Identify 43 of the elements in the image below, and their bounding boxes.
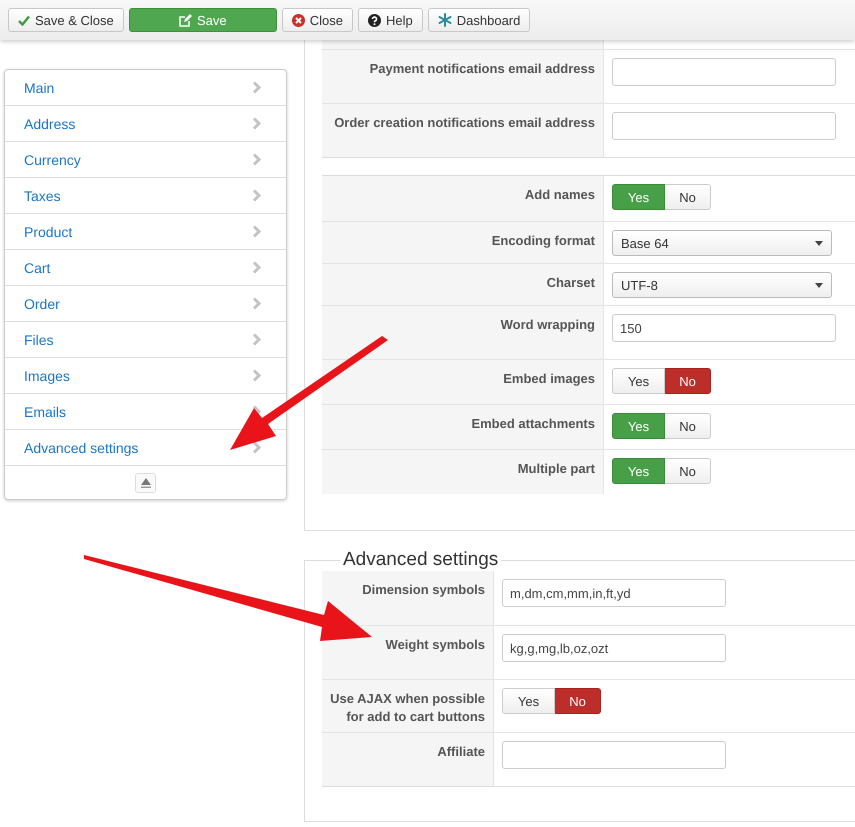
dropdown[interactable]: Base 64 (612, 230, 832, 256)
section-title: Advanced settings (342, 549, 500, 571)
toolbar-button[interactable]: Help (358, 8, 423, 32)
field-label: Embed attachments (471, 416, 595, 431)
toolbar-button[interactable]: Save (128, 8, 277, 32)
sidebar-item[interactable]: Cart (5, 250, 286, 286)
sidebar-item[interactable]: Currency (5, 142, 286, 178)
field-label: Embed images (503, 371, 595, 386)
field-label: Charset (546, 275, 595, 290)
field-label: Weight symbols (386, 637, 485, 652)
toggle-option[interactable]: Yes (612, 458, 665, 484)
toggle-option[interactable]: No (665, 458, 711, 484)
toggle-option[interactable]: No (665, 368, 711, 394)
sidebar-item[interactable]: Files (5, 322, 286, 358)
toggle-option[interactable]: Yes (502, 688, 555, 714)
field-label: Use AJAX when possible for add to cart buttons (330, 691, 485, 724)
field-label: Multiple part (518, 461, 595, 476)
text-field[interactable]: m,dm,cm,mm,in,ft,yd (502, 579, 726, 607)
sidebar-item[interactable]: Main (5, 70, 286, 106)
text-field[interactable]: kg,g,mg,lb,oz,ozt (502, 634, 726, 662)
toggle-option[interactable]: Yes (612, 368, 665, 394)
toggle-option[interactable]: Yes (612, 184, 665, 210)
dropdown[interactable]: UTF-8 (612, 272, 832, 298)
field-label: Word wrapping (500, 317, 595, 332)
sidebar-item[interactable]: Taxes (5, 178, 286, 214)
toolbar-button[interactable]: Save & Close (8, 8, 124, 32)
field-label: Payment notifications email address (370, 61, 595, 76)
toggle-option[interactable]: No (555, 688, 601, 714)
text-field[interactable]: 150 (612, 314, 836, 342)
field-label: Add names (524, 187, 595, 202)
field-label: Encoding format (492, 233, 595, 248)
field-label: Dimension symbols (362, 582, 485, 597)
toggle-option[interactable]: Yes (612, 413, 665, 439)
sidebar-item[interactable]: Address (5, 106, 286, 142)
field-label: Affiliate (437, 744, 485, 759)
toolbar-button[interactable]: Dashboard (428, 8, 530, 32)
field-label: Order creation notifications email address (334, 115, 595, 130)
toolbar-button[interactable]: Close (282, 8, 354, 32)
sidebar-item[interactable]: Order (5, 286, 286, 322)
toggle-option[interactable]: No (665, 413, 711, 439)
sidebar-item[interactable]: Product (5, 214, 286, 250)
sidebar-item[interactable]: Images (5, 358, 286, 394)
toggle-option[interactable]: No (665, 184, 711, 210)
